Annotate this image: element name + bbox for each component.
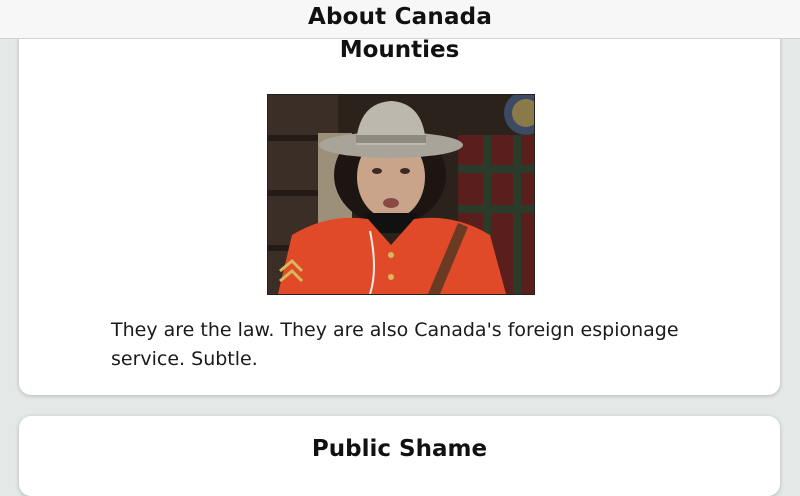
topic-card-mounties: Mounties They are the law. They are also… xyxy=(19,0,780,395)
topic-card-public-shame: Public Shame xyxy=(19,416,780,496)
card-title: Mounties xyxy=(339,37,460,63)
mountie-photo-image xyxy=(268,95,534,294)
card-description: They are the law. They are also Canada's… xyxy=(111,319,679,370)
nav-title: About Canada xyxy=(307,4,493,30)
navigation-bar: About Canada xyxy=(0,0,800,39)
card-title: Public Shame xyxy=(311,436,488,462)
mountie-photo xyxy=(267,94,535,295)
